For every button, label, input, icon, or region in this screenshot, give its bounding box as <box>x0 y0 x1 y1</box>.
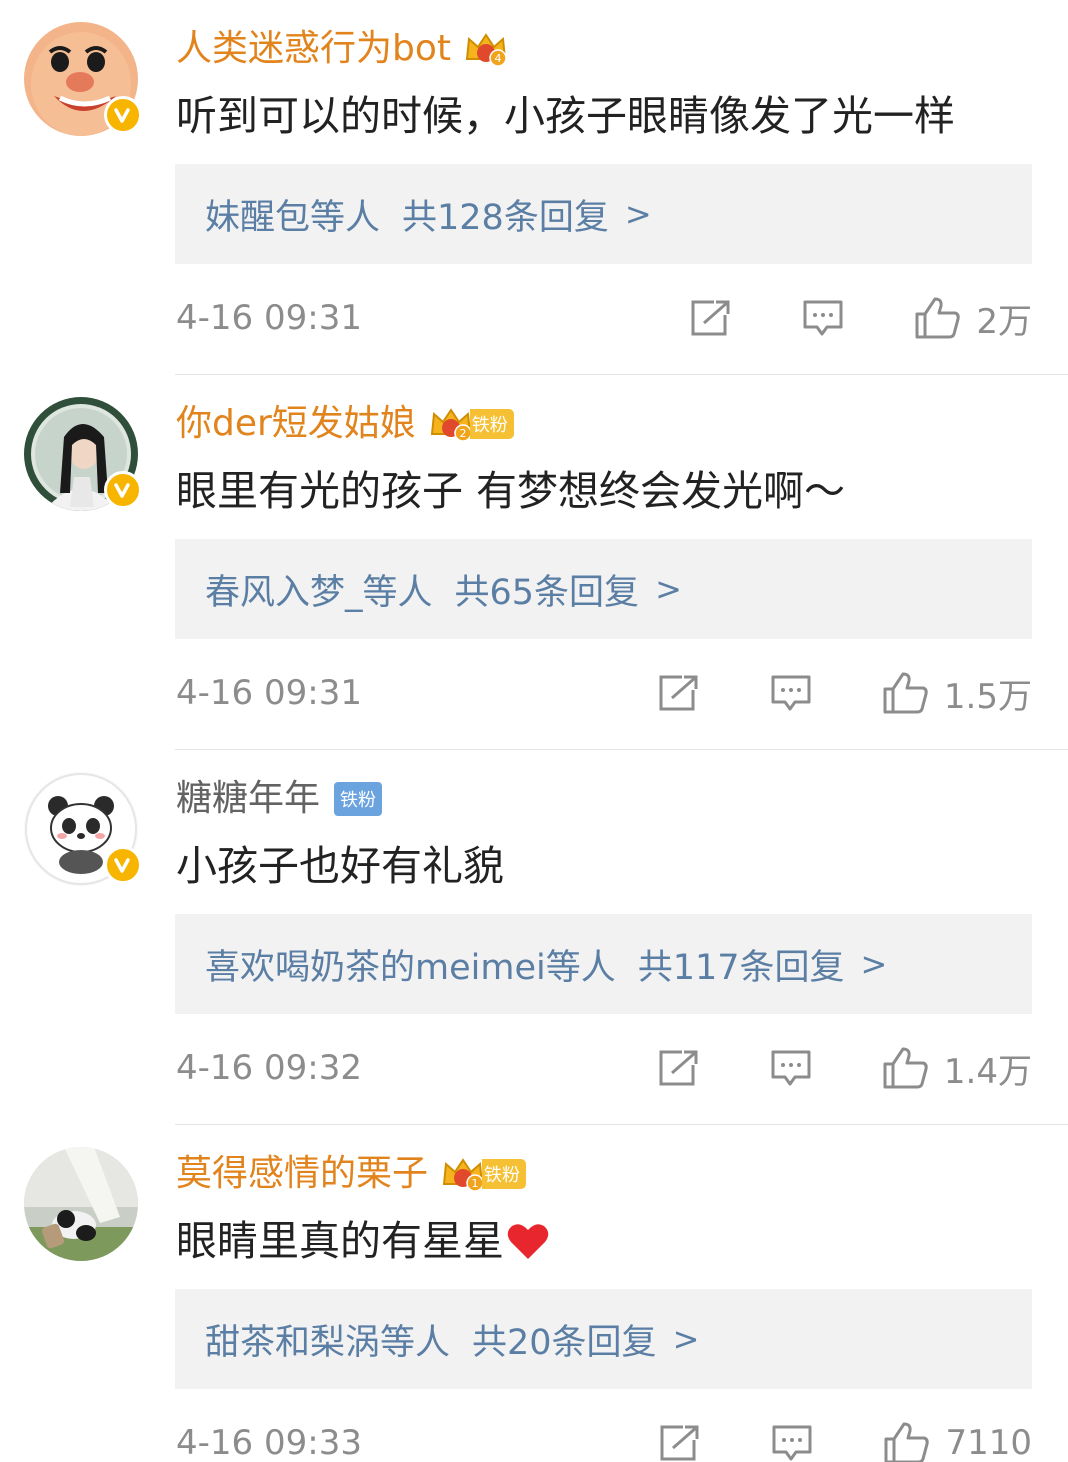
username-row: 糖糖年年 铁粉 <box>176 776 383 822</box>
username-row: 人类迷惑行为bot 4 <box>176 26 509 72</box>
replies-preview[interactable]: 甜茶和梨涡等人 共20条回复 > <box>175 1289 1032 1389</box>
avatar[interactable] <box>24 772 142 886</box>
crown-badge-icon: 1 <box>440 1154 486 1194</box>
chevron-right-icon: > <box>655 570 682 608</box>
like-button[interactable]: 2万 <box>914 294 1032 343</box>
like-count: 1.4万 <box>943 1051 1032 1092</box>
reply-count: 共128条回复 <box>402 197 609 238</box>
crown-badge-icon: 2 <box>428 404 474 444</box>
username[interactable]: 人类迷惑行为bot <box>176 26 451 72</box>
level-number: 1 <box>472 1177 479 1190</box>
comment-item: 你der短发姑娘 2 铁粉 眼里有光的孩子 有梦想终会发光啊～ 春风入梦_等人 … <box>0 375 1068 750</box>
comment-text-row: 眼睛里真的有星星 <box>176 1213 550 1269</box>
verified-v-icon <box>104 846 142 884</box>
comment-meta: 4-16 09:31 2万 <box>176 292 1032 344</box>
comment-button[interactable] <box>770 674 812 712</box>
share-icon <box>659 675 698 711</box>
comment-text: 眼睛里真的有星星 <box>176 1217 504 1265</box>
comment-item: 糖糖年年 铁粉 小孩子也好有礼貌 喜欢喝奶茶的meimei等人 共117条回复 … <box>0 750 1068 1125</box>
like-button[interactable]: 7110 <box>883 1421 1032 1462</box>
thumbs-up-icon <box>883 1047 928 1089</box>
chevron-right-icon: > <box>672 1320 700 1358</box>
comment-button[interactable] <box>802 299 844 337</box>
level-number: 2 <box>459 427 466 440</box>
thumbs-up-icon <box>883 672 928 714</box>
replies-preview[interactable]: 春风入梦_等人 共65条回复 > <box>175 539 1032 639</box>
comment-feed: 人类迷惑行为bot 4 听到可以的时候，小孩子眼睛像发了光一样 妹醒包等人 共1… <box>0 0 1068 1462</box>
username-row: 你der短发姑娘 2 铁粉 <box>176 401 514 447</box>
chevron-right-icon: > <box>624 195 652 233</box>
verified-v-icon <box>104 96 142 134</box>
share-icon <box>660 1425 699 1461</box>
comment-meta: 4-16 09:32 1.4万 <box>176 1042 1032 1094</box>
fan-badge: 铁粉 <box>334 782 383 816</box>
timestamp: 4-16 09:31 <box>176 673 362 713</box>
reply-count: 共65条回复 <box>454 572 640 613</box>
like-count: 1.5万 <box>943 676 1032 717</box>
avatar[interactable] <box>24 397 142 511</box>
chevron-right-icon: > <box>860 945 888 983</box>
comment-icon <box>771 1050 811 1086</box>
avatar[interactable] <box>24 1147 138 1261</box>
share-icon <box>691 300 730 336</box>
replies-preview[interactable]: 喜欢喝奶茶的meimei等人 共117条回复 > <box>175 914 1032 1014</box>
crown-badge-icon: 4 <box>463 29 509 69</box>
avatar[interactable] <box>24 22 142 136</box>
share-icon <box>659 1050 698 1086</box>
verified-v-icon <box>104 471 142 509</box>
heart-icon <box>507 1224 549 1259</box>
reply-names: 妹醒包等人 <box>205 197 381 238</box>
username[interactable]: 你der短发姑娘 <box>176 401 416 447</box>
level-number: 4 <box>495 52 502 65</box>
reply-count: 共117条回复 <box>637 947 845 988</box>
share-button[interactable] <box>658 1049 700 1087</box>
timestamp: 4-16 09:31 <box>176 298 362 338</box>
fan-badge: 铁粉 <box>469 409 514 439</box>
thumbs-up-icon <box>915 297 961 339</box>
reply-names: 甜茶和梨涡等人 <box>205 1322 451 1363</box>
share-button[interactable] <box>659 1424 701 1462</box>
replies-preview[interactable]: 妹醒包等人 共128条回复 > <box>175 164 1032 264</box>
comment-text: 眼里有光的孩子 有梦想终会发光啊～ <box>176 467 846 515</box>
reply-names: 春风入梦_等人 <box>205 572 433 613</box>
fan-badge: 铁粉 <box>482 1159 527 1189</box>
comment-text: 小孩子也好有礼貌 <box>176 842 504 890</box>
share-button[interactable] <box>658 674 700 712</box>
thumbs-up-icon <box>884 1422 930 1462</box>
comment-item: 莫得感情的栗子 1 铁粉 眼睛里真的有星星 甜茶和梨涡等人 共20条回复 > 4… <box>0 1125 1068 1462</box>
comment-item: 人类迷惑行为bot 4 听到可以的时候，小孩子眼睛像发了光一样 妹醒包等人 共1… <box>0 0 1068 375</box>
reply-names: 喜欢喝奶茶的meimei等人 <box>205 947 616 988</box>
reply-count: 共20条回复 <box>472 1322 657 1363</box>
comment-meta: 4-16 09:31 1.5万 <box>176 667 1032 719</box>
timestamp: 4-16 09:33 <box>176 1423 362 1462</box>
timestamp: 4-16 09:32 <box>176 1048 362 1088</box>
comment-button[interactable] <box>771 1424 813 1462</box>
like-count: 2万 <box>976 301 1032 342</box>
share-button[interactable] <box>690 299 732 337</box>
comment-meta: 4-16 09:33 7110 <box>176 1417 1032 1462</box>
like-button[interactable]: 1.5万 <box>882 669 1032 718</box>
username-row: 莫得感情的栗子 1 铁粉 <box>176 1151 527 1197</box>
comment-icon <box>803 300 843 336</box>
comment-icon <box>772 1425 812 1461</box>
comment-icon <box>771 675 811 711</box>
username[interactable]: 糖糖年年 <box>176 776 320 822</box>
comment-text: 听到可以的时候，小孩子眼睛像发了光一样 <box>176 92 955 140</box>
comment-button[interactable] <box>770 1049 812 1087</box>
like-button[interactable]: 1.4万 <box>882 1044 1032 1093</box>
like-count: 7110 <box>945 1423 1032 1462</box>
avatar-panda-photo-image <box>24 1147 138 1261</box>
username[interactable]: 莫得感情的栗子 <box>176 1151 428 1197</box>
